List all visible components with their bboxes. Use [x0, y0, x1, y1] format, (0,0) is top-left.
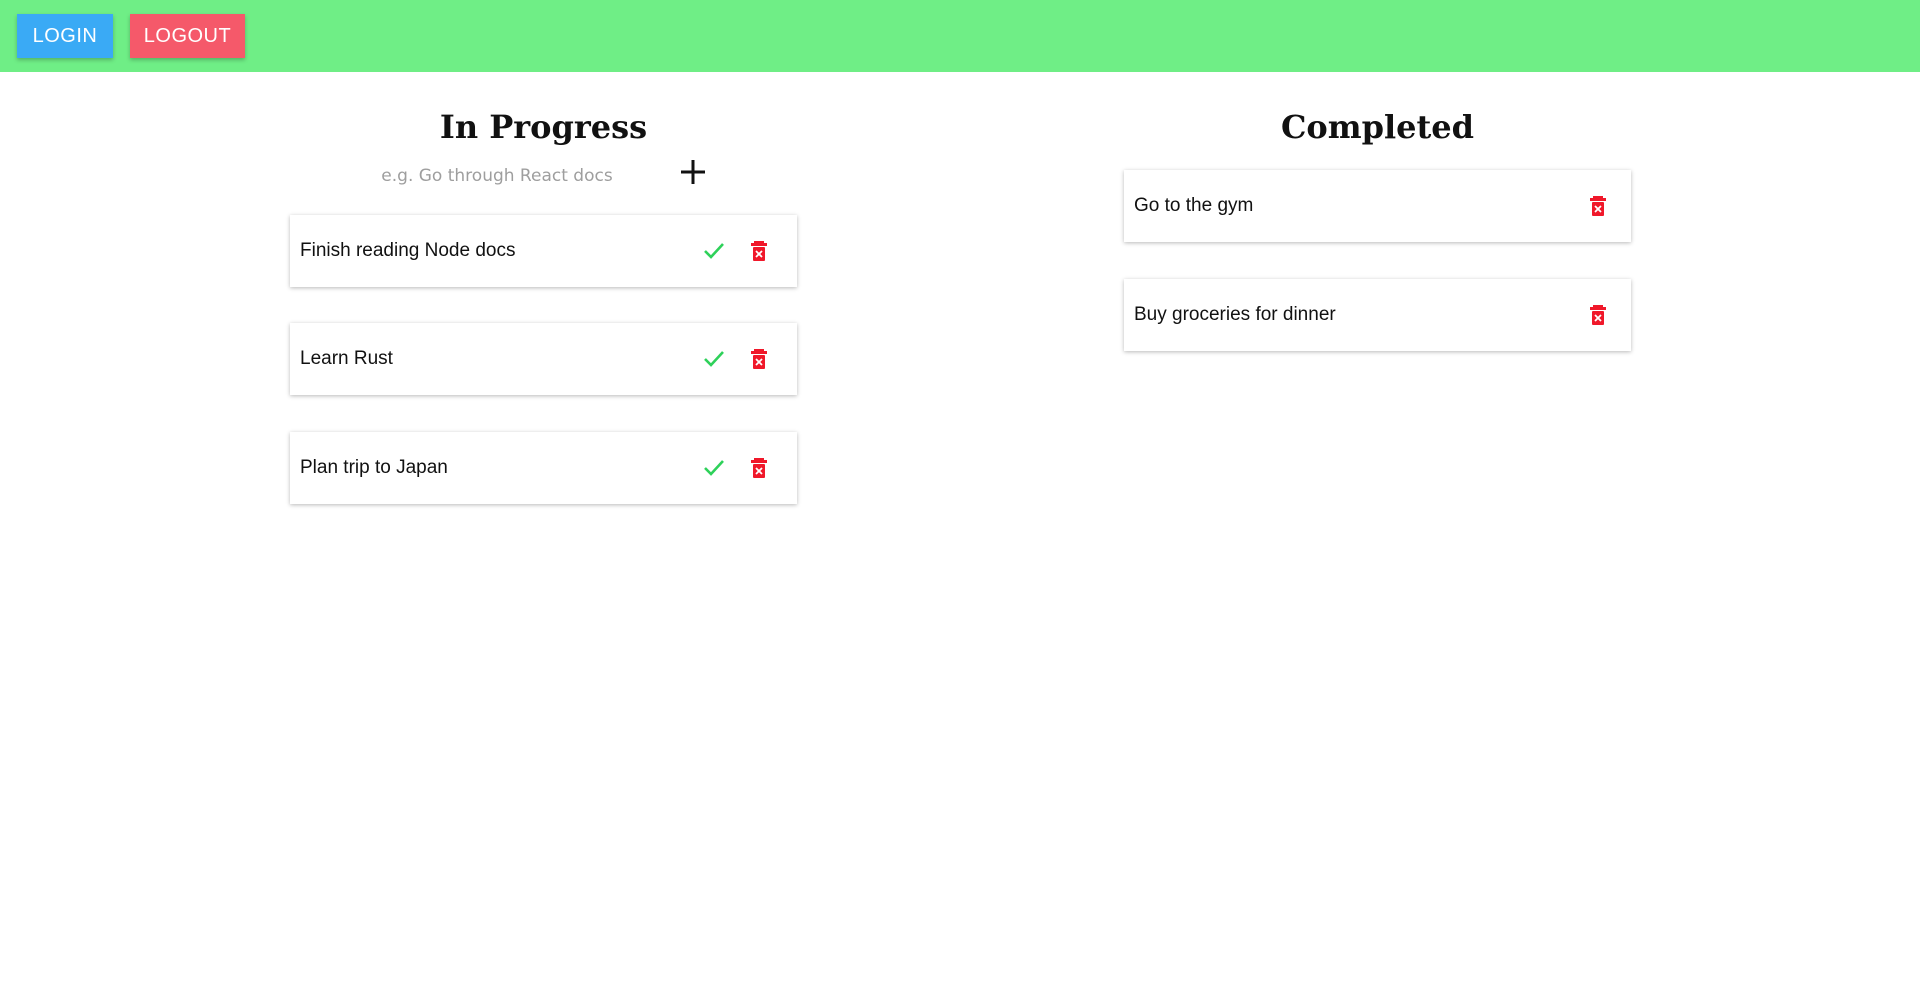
logout-button[interactable]: LOGOUT — [130, 14, 245, 58]
delete-task-button[interactable] — [745, 454, 773, 482]
in-progress-card: Finish reading Node docs — [290, 215, 797, 287]
completed-title: Completed — [1280, 108, 1475, 146]
trash-icon — [751, 241, 767, 261]
in-progress-card: Learn Rust — [290, 323, 797, 395]
trash-icon — [751, 349, 767, 369]
complete-task-button[interactable] — [700, 345, 728, 373]
in-progress-card: Plan trip to Japan — [290, 432, 797, 504]
task-label: Buy groceries for dinner — [1134, 304, 1336, 325]
task-label: Plan trip to Japan — [300, 457, 448, 478]
task-label: Go to the gym — [1134, 195, 1254, 216]
trash-icon — [1590, 196, 1606, 216]
delete-task-button[interactable] — [1584, 301, 1612, 329]
task-label: Learn Rust — [300, 348, 393, 369]
in-progress-title: In Progress — [439, 108, 648, 146]
plus-icon — [681, 160, 705, 184]
checkmark-icon — [704, 351, 724, 367]
new-task-input[interactable] — [335, 160, 659, 192]
trash-icon — [751, 458, 767, 478]
trash-icon — [1590, 305, 1606, 325]
complete-task-button[interactable] — [700, 237, 728, 265]
checkmark-icon — [704, 460, 724, 476]
complete-task-button[interactable] — [700, 454, 728, 482]
add-task-button[interactable] — [676, 155, 710, 189]
completed-card: Buy groceries for dinner — [1124, 279, 1631, 351]
completed-card: Go to the gym — [1124, 170, 1631, 242]
delete-task-button[interactable] — [745, 237, 773, 265]
delete-task-button[interactable] — [745, 345, 773, 373]
checkmark-icon — [704, 243, 724, 259]
delete-task-button[interactable] — [1584, 192, 1612, 220]
task-label: Finish reading Node docs — [300, 240, 516, 261]
login-button[interactable]: LOGIN — [17, 14, 113, 58]
top-bar: LOGIN LOGOUT — [0, 0, 1920, 72]
